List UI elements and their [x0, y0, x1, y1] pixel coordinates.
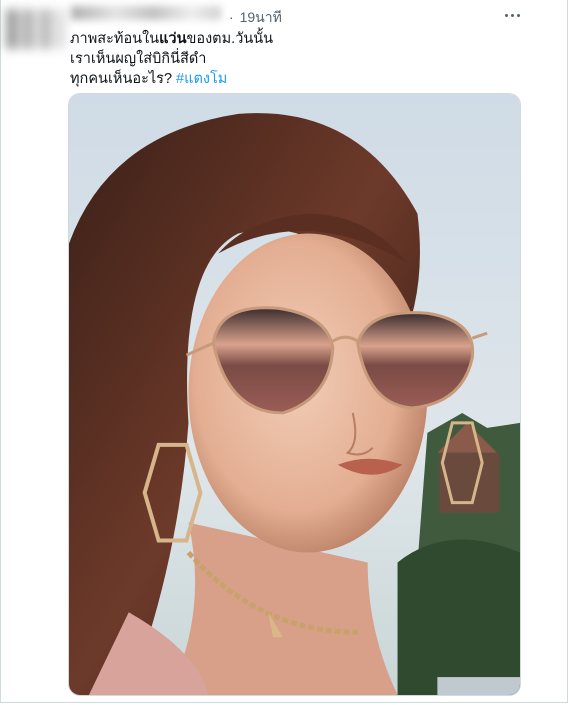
tweet-text-line-1: ภาพสะท้อนในแว่นของตม.วันนั้น [70, 31, 274, 47]
tweet-timestamp[interactable]: · 19นาที [229, 7, 282, 29]
photo-illustration [69, 94, 520, 695]
time-label: 19นาที [239, 9, 282, 25]
tweet-photo[interactable] [68, 93, 521, 696]
avatar[interactable] [6, 9, 66, 49]
tweet-card: · 19นาที ภาพสะท้อนในแว่นของตม.วันนั้น เร… [0, 0, 568, 703]
more-horizontal-icon[interactable] [498, 7, 526, 23]
tweet-text-line-3: ทุกคนเห็นอะไร? #แตงโม [70, 71, 228, 87]
bold-word: แว่น [159, 31, 187, 47]
time-separator: · [229, 9, 234, 25]
tweet-text: ภาพสะท้อนในแว่นของตม.วันนั้น เราเห็นผญใส… [70, 29, 510, 89]
hashtag-link[interactable]: #แตงโม [176, 71, 227, 87]
author-name-redacted[interactable] [71, 6, 221, 20]
tweet-text-line-2: เราเห็นผญใส่บิกินี่สีดำ [70, 51, 207, 67]
